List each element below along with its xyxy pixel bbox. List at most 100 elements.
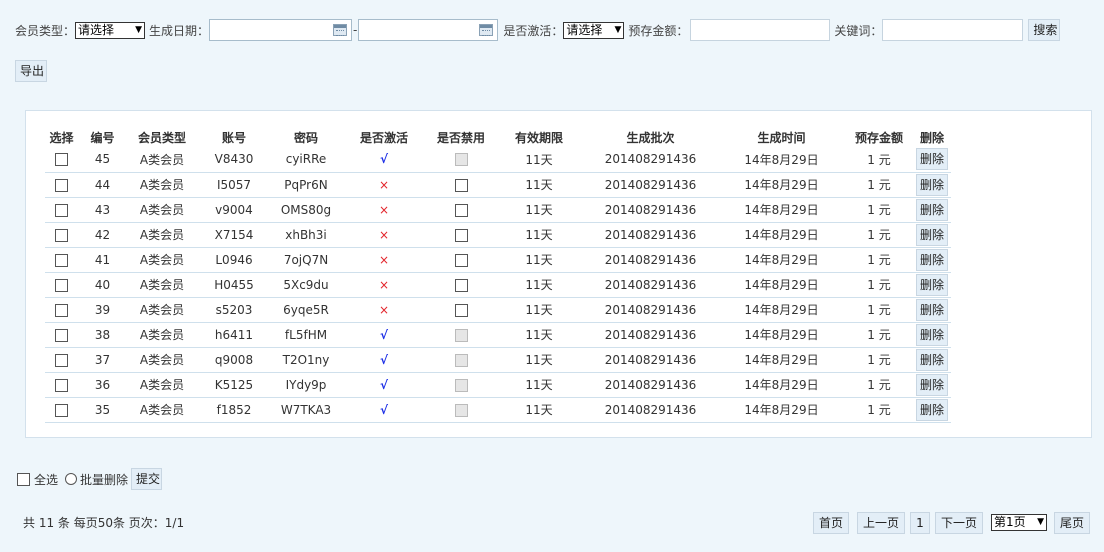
cell-type: A类会员 [127,397,197,423]
row-select-checkbox[interactable] [55,303,68,317]
cell-type: A类会员 [127,147,197,173]
member-type-select[interactable]: 请选择 ▼ [75,21,146,39]
first-page-button[interactable]: 首页 [813,512,849,534]
row-select-checkbox[interactable] [55,253,68,267]
col-header-account: 账号 [221,130,246,145]
last-page-button[interactable]: 尾页 [1054,512,1090,534]
table-row: 35 A类会员 f1852 W7TKA3 √ 11天 201408291436 … [45,397,951,423]
cell-password: xhBh3i [271,222,341,248]
delete-button[interactable]: 删除 [916,298,948,321]
disabled-checkbox [454,328,468,342]
row-select-checkbox[interactable] [55,203,68,217]
cell-time: 14年8月29日 [718,372,845,398]
select-all-checkbox[interactable] [17,472,30,486]
cell-account: s5203 [197,297,271,323]
cell-id: 35 [78,397,127,423]
row-select-checkbox[interactable] [55,153,68,167]
cell-type: A类会员 [127,297,197,323]
disabled-checkbox[interactable] [454,228,468,242]
cell-type: A类会员 [127,222,197,248]
delete-button[interactable]: 删除 [916,273,948,296]
delete-button[interactable]: 删除 [916,398,948,421]
start-date-input[interactable] [209,19,353,41]
member-type-label: 会员类型： [15,23,76,38]
cell-id: 42 [78,222,127,248]
end-date-input[interactable] [358,19,499,41]
cell-id: 38 [78,322,127,348]
row-select-checkbox[interactable] [55,353,68,367]
cell-id: 40 [78,272,127,298]
export-button[interactable]: 导出 [15,60,47,82]
disabled-checkbox[interactable] [454,178,468,192]
delete-button[interactable]: 删除 [916,198,948,221]
cell-amount: 1 元 [845,272,913,298]
delete-button[interactable]: 删除 [916,348,948,371]
page-select[interactable]: 第1页 ▼ [991,513,1047,531]
cell-account: h6411 [197,322,271,348]
cell-batch: 201408291436 [583,372,718,398]
row-select-checkbox[interactable] [55,378,68,392]
cell-type: A类会员 [127,172,197,198]
calendar-icon[interactable] [479,24,494,36]
delete-button[interactable]: 删除 [916,248,948,271]
search-button[interactable]: 搜索 [1028,19,1061,41]
cell-type: A类会员 [127,347,197,373]
cell-id: 39 [78,297,127,323]
gen-date-label: 生成日期： [149,23,210,38]
cell-account: L0946 [197,247,271,273]
cell-password: 6yqe5R [271,297,341,323]
disabled-checkbox[interactable] [454,203,468,217]
prev-page-button[interactable]: 上一页 [857,512,905,534]
row-select-checkbox[interactable] [55,178,68,192]
cell-id: 36 [78,372,127,398]
activated-no-mark: × [378,302,390,317]
disabled-checkbox[interactable] [454,303,468,317]
keyword-input[interactable] [882,19,1024,41]
cell-validity: 11天 [495,172,583,198]
chevron-down-icon: ▼ [614,24,622,35]
disabled-checkbox[interactable] [454,253,468,267]
cell-id: 41 [78,247,127,273]
table-row: 41 A类会员 L0946 7ojQ7N × 11天 201408291436 … [45,247,951,273]
row-select-checkbox[interactable] [55,228,68,242]
delete-button[interactable]: 删除 [916,323,948,346]
row-select-checkbox[interactable] [55,403,68,417]
disabled-checkbox [454,353,468,367]
delete-button[interactable]: 删除 [916,373,948,396]
batch-actions: 全选 批量删除 提交 [17,468,163,490]
calendar-icon[interactable] [333,24,348,36]
disabled-checkbox [454,378,468,392]
cell-type: A类会员 [127,372,197,398]
cell-time: 14年8月29日 [718,272,845,298]
col-header-password: 密码 [293,130,318,145]
cell-batch: 201408291436 [583,347,718,373]
cell-validity: 11天 [495,322,583,348]
cell-batch: 201408291436 [583,297,718,323]
row-select-checkbox[interactable] [55,328,68,342]
cell-validity: 11天 [495,147,583,173]
delete-button[interactable]: 删除 [916,173,948,196]
member-table: 选择 编号 会员类型 账号 密码 是否激活 是否禁用 有效期限 生成批次 生成时… [45,127,951,423]
activated-yes-mark: √ [379,152,388,167]
cell-password: cyiRRe [271,147,341,173]
submit-button[interactable]: 提交 [131,468,163,490]
batch-delete-radio[interactable] [65,473,78,485]
activated-select[interactable]: 请选择 ▼ [563,21,625,39]
disabled-checkbox[interactable] [454,278,468,292]
next-page-button[interactable]: 下一页 [935,512,983,534]
page-number-current[interactable]: 1 [910,512,930,534]
delete-button[interactable]: 删除 [916,148,948,171]
cell-account: q9008 [197,347,271,373]
cell-password: OMS80g [271,197,341,223]
table-row: 37 A类会员 q9008 T2O1ny √ 11天 201408291436 … [45,347,951,373]
cell-amount: 1 元 [845,147,913,173]
cell-validity: 11天 [495,297,583,323]
deposit-input[interactable] [690,19,831,41]
delete-button[interactable]: 删除 [916,223,948,246]
cell-amount: 1 元 [845,197,913,223]
col-header-amount: 预存金额 [854,130,903,145]
col-header-validity: 有效期限 [514,130,563,145]
cell-time: 14年8月29日 [718,172,845,198]
row-select-checkbox[interactable] [55,278,68,292]
cell-account: v9004 [197,197,271,223]
